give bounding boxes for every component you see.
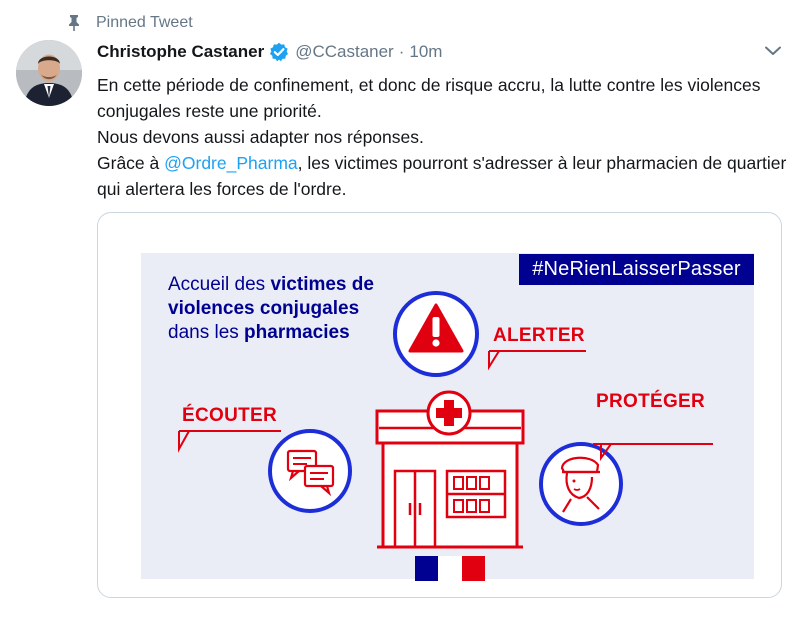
headline-text: Accueil des (168, 274, 271, 295)
tweet-paragraph: Grâce à @Ordre_Pharma, les victimes pour… (97, 150, 787, 202)
pin-icon (69, 15, 79, 31)
french-republic-logo (415, 556, 485, 581)
tweet-timestamp[interactable]: 10m (409, 42, 442, 62)
headline-bold: pharmacies (244, 322, 350, 343)
avatar[interactable] (16, 40, 82, 106)
verified-badge-icon (270, 42, 289, 62)
poster-headline: Accueil des victimes de violences conjug… (168, 273, 388, 345)
tweet-text-segment: Grâce à (97, 153, 165, 173)
label-ecouter: ÉCOUTER (182, 405, 277, 426)
chat-bubbles-icon (268, 429, 352, 513)
mention-link[interactable]: @Ordre_Pharma (164, 153, 298, 173)
flag-white (438, 556, 462, 581)
police-officer-icon (539, 442, 623, 526)
tweet-text: En cette période de confinement, et donc… (97, 72, 787, 202)
warning-triangle-icon (393, 291, 479, 377)
separator-dot: · (398, 42, 405, 61)
media-card[interactable]: #NeRienLaisserPasser Accueil des victime… (97, 212, 782, 598)
tweet-header: Christophe Castaner @CCastaner · 10m (97, 42, 442, 62)
headline-text: dans les (168, 322, 245, 343)
flag-blue (415, 556, 439, 581)
chevron-down-icon[interactable] (762, 44, 784, 58)
pharmacy-building-icon (375, 390, 525, 549)
tweet-paragraph: En cette période de confinement, et donc… (97, 75, 761, 121)
pinned-tweet-label: Pinned Tweet (96, 14, 193, 31)
tweet-paragraph: Nous devons aussi adapter nos réponses. (97, 127, 424, 147)
author-handle[interactable]: @CCastaner (295, 42, 394, 62)
author-name[interactable]: Christophe Castaner (97, 42, 264, 62)
pinned-tweet-indicator: Pinned Tweet (66, 14, 193, 32)
avatar-photo (16, 40, 82, 106)
flag-red (461, 556, 485, 581)
campaign-poster-image: #NeRienLaisserPasser Accueil des victime… (141, 253, 754, 581)
label-alerter: ALERTER (493, 325, 585, 346)
label-proteger: PROTÉGER (596, 391, 706, 412)
campaign-hashtag: #NeRienLaisserPasser (519, 254, 754, 285)
